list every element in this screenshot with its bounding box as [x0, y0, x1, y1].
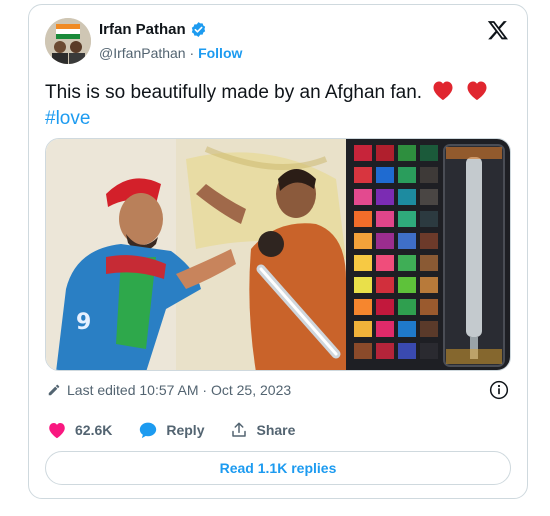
- x-logo-icon[interactable]: [487, 19, 509, 41]
- verified-badge-icon: [191, 22, 205, 37]
- hashtag-link[interactable]: #love: [45, 108, 90, 129]
- author-handle[interactable]: @IrfanPathan: [99, 45, 186, 61]
- like-button[interactable]: 62.6K: [47, 421, 112, 439]
- read-replies-button[interactable]: Read 1.1K replies: [45, 451, 511, 485]
- handle-separator: ·: [189, 45, 195, 61]
- reply-button[interactable]: Reply: [138, 421, 204, 439]
- author-handle-row: @IrfanPathan · Follow: [99, 45, 242, 61]
- edited-timestamp-row: Last edited 10:57 AM · Oct 25, 2023: [47, 382, 291, 398]
- svg-text:9: 9: [76, 310, 91, 335]
- reply-bubble-icon: [140, 422, 157, 439]
- author-name-row: Irfan Pathan: [99, 21, 207, 38]
- share-icon: [232, 422, 247, 437]
- avatar-image: [45, 18, 91, 64]
- author-avatar[interactable]: [45, 18, 91, 64]
- tweet-actions: 62.6K Reply Share: [47, 421, 321, 439]
- red-heart-emoji-icon: [467, 81, 487, 100]
- edited-timestamp[interactable]: Last edited 10:57 AM · Oct 25, 2023: [67, 382, 291, 398]
- follow-button[interactable]: Follow: [198, 45, 242, 61]
- share-label: Share: [256, 422, 296, 438]
- author-name[interactable]: Irfan Pathan: [99, 21, 186, 38]
- share-button[interactable]: Share: [230, 421, 295, 439]
- reply-label: Reply: [166, 422, 205, 438]
- heart-icon: [49, 423, 65, 439]
- painting-illustration: 9: [46, 139, 510, 370]
- pencil-icon: [48, 384, 60, 396]
- tweet-text: This is so beautifully made by an Afghan…: [45, 79, 515, 132]
- tweet-body: This is so beautifully made by an Afghan…: [45, 82, 423, 103]
- tweet-card: Irfan Pathan @IrfanPathan · Follow This …: [28, 4, 528, 499]
- like-count: 62.6K: [75, 422, 113, 438]
- tweet-media-image[interactable]: 9: [45, 138, 511, 371]
- info-icon[interactable]: [489, 380, 509, 400]
- red-heart-emoji-icon: [433, 81, 453, 100]
